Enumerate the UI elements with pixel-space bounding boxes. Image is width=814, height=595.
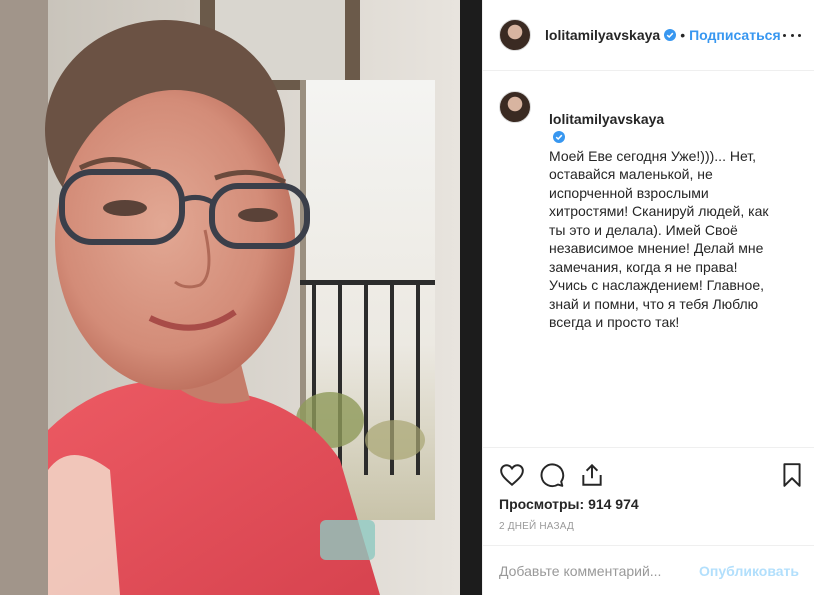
post-side-panel: lolitamilyavskaya • Подписаться lolitami… [482, 0, 814, 595]
caption-username[interactable]: lolitamilyavskaya [549, 111, 664, 127]
post-caption: lolitamilyavskaya Моей Еве сегодня Уже!)… [499, 91, 799, 332]
speech-bubble-icon[interactable] [539, 462, 565, 488]
views-count: 914 974 [588, 496, 639, 512]
caption-body: lolitamilyavskaya Моей Еве сегодня Уже!)… [549, 91, 779, 332]
post-video-frame [0, 0, 482, 595]
author-username[interactable]: lolitamilyavskaya [545, 27, 660, 43]
views-label: Просмотры: [499, 496, 585, 512]
bookmark-icon[interactable] [779, 462, 805, 488]
post-media[interactable] [0, 0, 482, 595]
verified-badge-icon [664, 29, 677, 41]
header-separator: • [680, 27, 686, 43]
share-icon[interactable] [579, 462, 605, 488]
follow-button[interactable]: Подписаться [689, 27, 781, 43]
caption-text: Моей Еве сегодня Уже!)))... Нет, оставай… [549, 147, 769, 331]
verified-badge-icon [553, 131, 565, 143]
publish-button[interactable]: Опубликовать [699, 563, 799, 579]
add-comment-row: Опубликовать [483, 545, 814, 595]
post-actions-section: Просмотры: 914 974 2 ДНЕЙ НАЗАД Опублико… [483, 447, 814, 595]
heart-icon[interactable] [499, 462, 525, 488]
views-counter[interactable]: Просмотры: 914 974 [499, 496, 639, 512]
post-date[interactable]: 2 ДНЕЙ НАЗАД [499, 521, 574, 532]
author-avatar[interactable] [499, 19, 531, 51]
caption-author-avatar[interactable] [499, 91, 531, 123]
more-options-icon[interactable] [783, 26, 801, 44]
comment-input[interactable] [499, 563, 700, 579]
post-header: lolitamilyavskaya • Подписаться [483, 0, 814, 71]
